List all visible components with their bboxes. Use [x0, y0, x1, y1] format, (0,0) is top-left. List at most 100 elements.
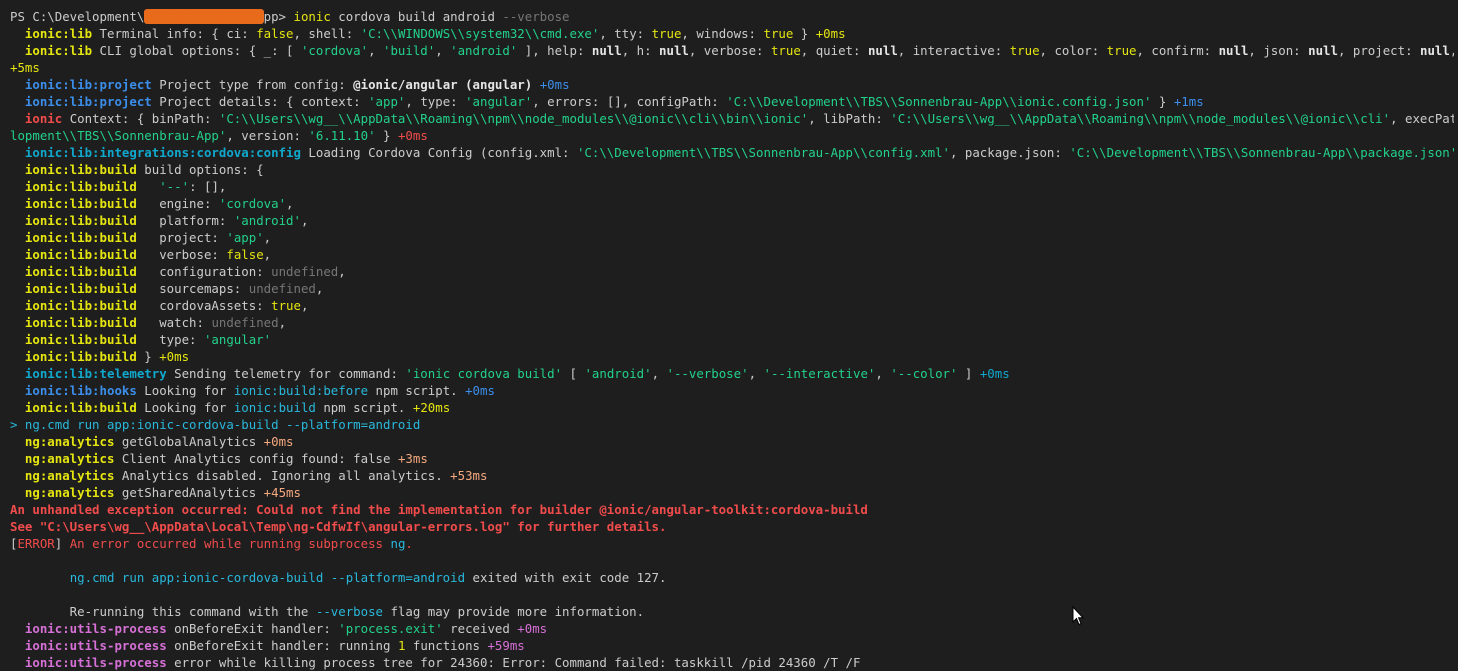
terminal-text: pp>: [263, 9, 294, 24]
terminal-text: ,: [263, 230, 272, 245]
terminal-text: ionic:lib: [24, 26, 93, 41]
terminal-text: , h:: [621, 43, 660, 58]
terminal-text: flag may provide more information.: [383, 604, 645, 619]
terminal-line: PS C:\Development\TBS\Sonnenbrau-App> io…: [10, 8, 1454, 25]
terminal-text: 'C:\\Development\\TBS\\Sonnenbrau-App\\p…: [1069, 145, 1454, 160]
terminal-text: Project type from config:: [151, 77, 354, 92]
terminal-text: '6.11.10': [308, 128, 376, 143]
terminal-text: ng:analytics: [24, 451, 115, 466]
terminal-text: , confirm:: [1136, 43, 1219, 58]
terminal-text: ionic:utils-process: [24, 621, 167, 636]
terminal-text: null: [1308, 43, 1338, 58]
terminal-text: Re-running this command with the: [10, 604, 316, 619]
terminal-text: ng:analytics: [24, 468, 115, 483]
terminal-text: ionic:lib:build: [24, 298, 137, 313]
terminal-text: ,: [300, 298, 309, 313]
terminal-text: true: [770, 43, 801, 58]
terminal-text: +0ms: [159, 349, 190, 364]
terminal-text: Client Analytics config found: false: [114, 451, 398, 466]
redacted-path-segment: TBS\Sonnenbrau-A: [144, 9, 264, 24]
terminal-text: 'C:\\Users\\wg__\\AppData\\Roaming\\npm\…: [890, 111, 1391, 126]
terminal-line: ionic:lib:telemetry Sending telemetry fo…: [10, 365, 1454, 382]
terminal-text: platform:: [136, 213, 234, 228]
terminal-line: [10, 552, 1454, 569]
terminal-text: 'process.exit': [338, 621, 443, 636]
terminal-text: ng:analytics: [24, 485, 115, 500]
terminal-text: , libPath:: [808, 111, 891, 126]
terminal-text: received: [442, 621, 518, 636]
terminal-text: (angular): [465, 77, 533, 92]
terminal-text: ], help:: [517, 43, 592, 58]
terminal-text: ,: [1450, 43, 1454, 58]
terminal-text: +0ms: [263, 434, 294, 449]
terminal-line: ionic:lib:build watch: undefined,: [10, 314, 1454, 331]
terminal-text: verbose:: [136, 247, 227, 262]
terminal-output[interactable]: PS C:\Development\TBS\Sonnenbrau-App> io…: [10, 8, 1454, 671]
terminal-text: ,: [278, 315, 287, 330]
terminal-text: onBeforeExit handler: running: [166, 638, 398, 653]
terminal-text: ]: [957, 366, 980, 381]
terminal-line: ionic:lib:build type: 'angular': [10, 331, 1454, 348]
terminal-text: ionic:lib:build: [24, 315, 137, 330]
terminal-text: 'app': [226, 230, 264, 245]
terminal-line: ng:analytics Client Analytics config fou…: [10, 450, 1454, 467]
terminal-text: An error occurred while running subproce…: [69, 536, 391, 551]
terminal-text: null: [1420, 43, 1450, 58]
terminal-text: ionic:lib:hooks: [24, 383, 137, 398]
terminal-line: ionic:lib:build sourcemaps: undefined,: [10, 280, 1454, 297]
terminal-text: ionic:utils-process: [24, 638, 167, 653]
terminal-text: ,: [315, 281, 324, 296]
terminal-text: , package.json:: [949, 145, 1070, 160]
terminal-text: 'android': [233, 213, 301, 228]
terminal-text: [: [562, 366, 585, 381]
terminal-text: ionic:lib:build: [24, 213, 137, 228]
terminal-text: ionic:lib:project: [24, 77, 152, 92]
terminal-text: .: [405, 536, 413, 551]
terminal-text: 'C:\\Development\\TBS\\Sonnenbrau-App\\c…: [576, 145, 950, 160]
terminal-text: PS C:\Development\: [10, 9, 145, 24]
terminal-text: : [],: [189, 179, 227, 194]
terminal-text: 'build': [383, 43, 436, 58]
terminal-text: ionic:lib:build: [24, 230, 137, 245]
terminal-line: ng:analytics getSharedAnalytics +45ms: [10, 484, 1454, 501]
terminal-text: Sending telemetry for command:: [166, 366, 406, 381]
terminal-text: +0ms: [979, 366, 1010, 381]
terminal-text: 'angular': [465, 94, 533, 109]
terminal-line: An unhandled exception occurred: Could n…: [10, 501, 1454, 518]
terminal-text: +20ms: [412, 400, 451, 415]
terminal-text: ionic: [24, 111, 63, 126]
terminal-line: ionic:lib CLI global options: { _: [ 'co…: [10, 42, 1454, 59]
terminal-text: ,: [875, 366, 891, 381]
terminal-text: +1ms: [1173, 94, 1204, 109]
terminal-text: ionic:lib:project: [24, 94, 152, 109]
terminal-text: 'C:\\WINDOWS\\system32\\cmd.exe': [360, 26, 600, 41]
terminal-text: npm script.: [368, 383, 466, 398]
terminal-text: ,: [300, 213, 309, 228]
terminal-text: project:: [136, 230, 227, 245]
terminal-line: ionic:lib:project Project type from conf…: [10, 76, 1454, 93]
terminal-text: onBeforeExit handler:: [166, 621, 339, 636]
terminal-text: ,: [651, 366, 667, 381]
terminal-text: ionic:lib:build: [24, 179, 137, 194]
terminal-text: undefined: [248, 281, 316, 296]
terminal-text: , tty:: [599, 26, 652, 41]
terminal-text: ionic: [293, 9, 331, 24]
terminal-line: ionic:lib:build cordovaAssets: true,: [10, 297, 1454, 314]
